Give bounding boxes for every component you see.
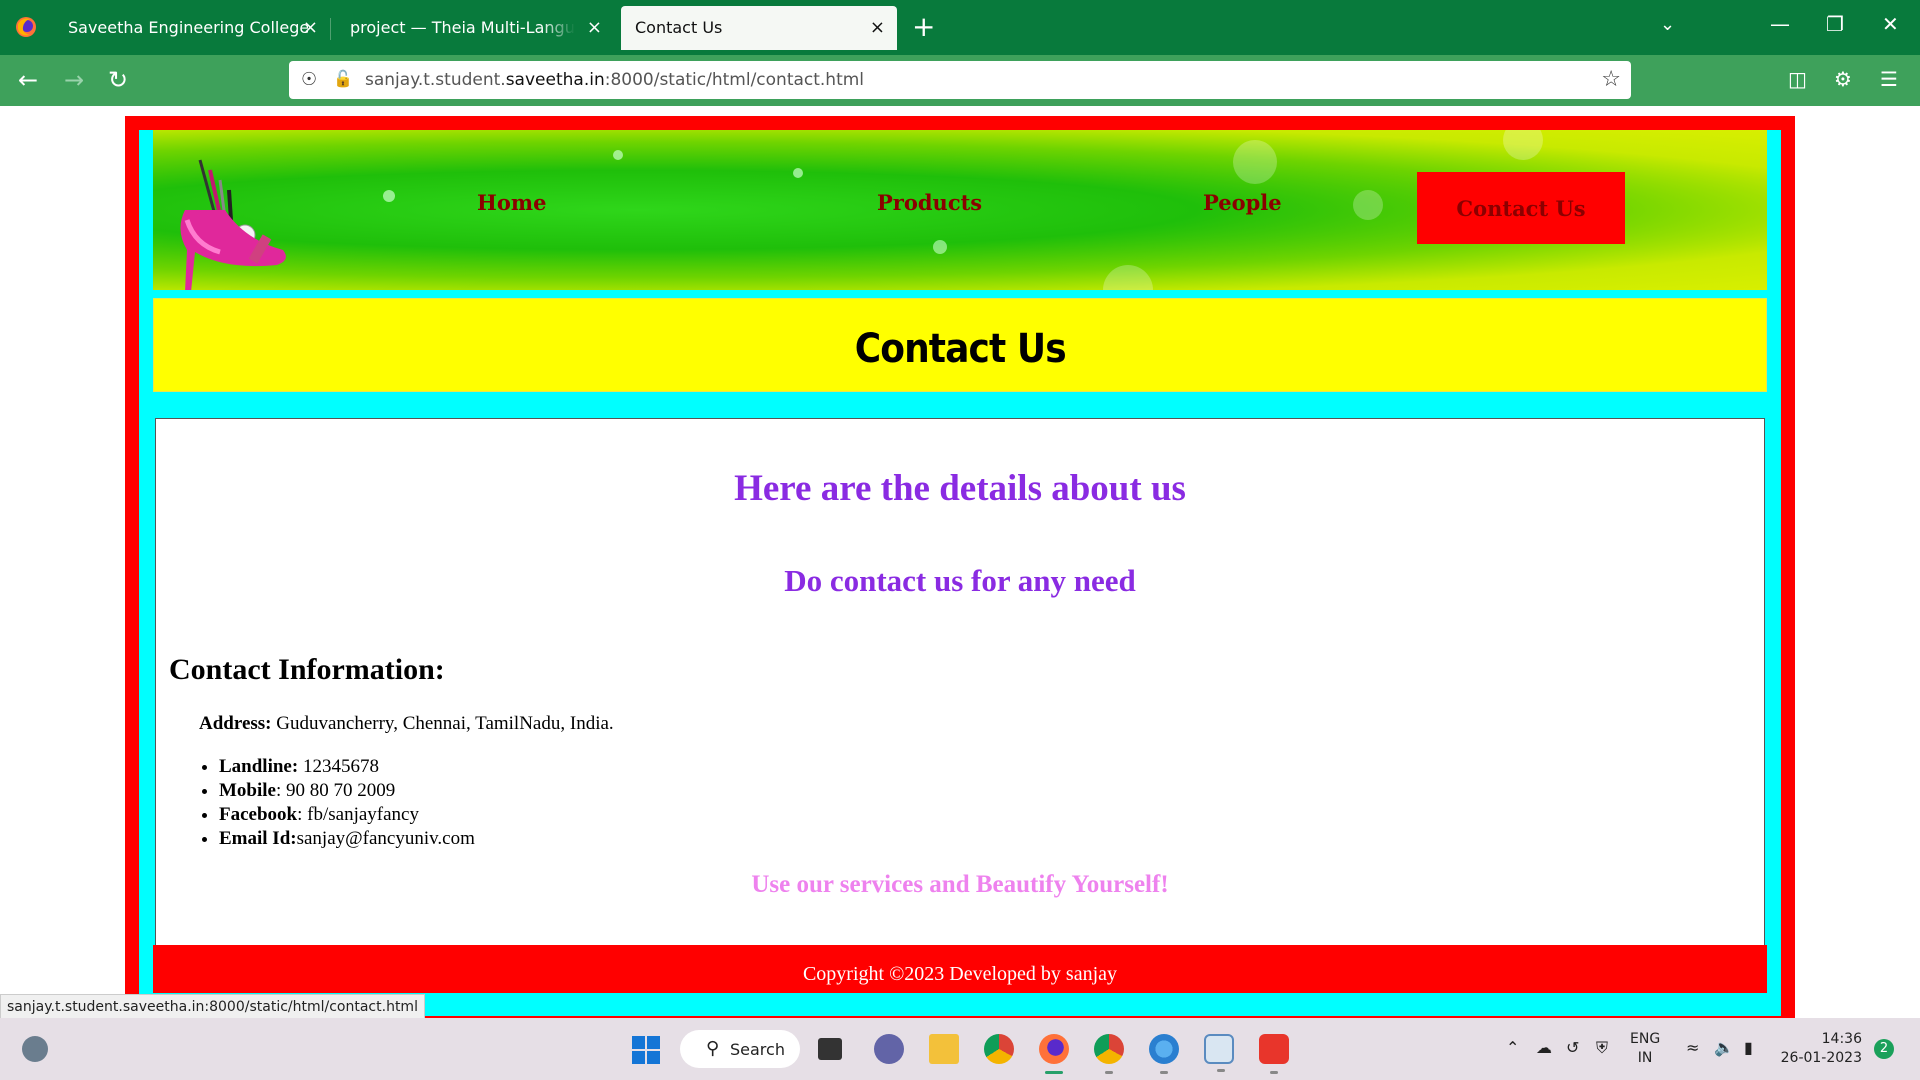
decor-bubble bbox=[383, 190, 395, 202]
page-frame: Home Products People Contact Us Contact … bbox=[125, 116, 1795, 1018]
extensions-icon[interactable]: ⚙ bbox=[1834, 67, 1852, 91]
speaker-muted-icon[interactable]: 🔈 bbox=[1714, 1038, 1734, 1057]
list-item-email: Email Id:sanjay@fancyuniv.com bbox=[219, 827, 475, 851]
minimize-icon[interactable]: — bbox=[1770, 12, 1790, 36]
page-viewport: Home Products People Contact Us Contact … bbox=[0, 106, 1920, 1018]
list-item-facebook: Facebook: fb/sanjayfancy bbox=[219, 803, 475, 827]
windows-taskbar: ⚲ Search ⌃ ☁ ↺ ⛨ ENG IN ≈ 🔈 ▮ 14:36 26-01-… bbox=[0, 1018, 1920, 1080]
tab-saveetha[interactable]: Saveetha Engineering College × bbox=[54, 6, 330, 50]
nav-home-link[interactable]: Home bbox=[477, 190, 546, 215]
window-close-icon[interactable]: ✕ bbox=[1882, 12, 1899, 36]
page-title: Contact Us bbox=[854, 326, 1066, 372]
details-heading: Here are the details about us bbox=[734, 468, 1186, 509]
search-icon: ⚲ bbox=[706, 1038, 720, 1059]
slogan-text: Use our services and Beautify Yourself! bbox=[751, 871, 1169, 898]
forward-arrow-icon[interactable]: → bbox=[64, 67, 84, 93]
task-view-icon[interactable] bbox=[818, 1038, 842, 1060]
windows-start-icon[interactable] bbox=[632, 1036, 660, 1064]
new-tab-button[interactable]: + bbox=[912, 12, 935, 42]
address-label: Address: bbox=[199, 713, 272, 734]
url-text[interactable]: sanjay.t.student.saveetha.in:8000/static… bbox=[365, 61, 864, 99]
decor-bubble bbox=[1103, 265, 1153, 290]
decor-bubble bbox=[613, 150, 623, 160]
tab-title: project — Theia Multi-Language Ex bbox=[350, 18, 575, 37]
contact-information-title: Contact Information: bbox=[169, 653, 445, 686]
decor-bubble bbox=[1503, 130, 1543, 160]
back-arrow-icon[interactable]: ← bbox=[18, 67, 38, 93]
address-bar[interactable]: ☉ 🔓 sanjay.t.student.saveetha.in:8000/st… bbox=[289, 61, 1631, 99]
high-heel-cosmetics-logo bbox=[180, 159, 286, 290]
tab-title: Saveetha Engineering College bbox=[68, 18, 308, 37]
contact-list: Landline: 12345678 Mobile: 90 80 70 2009… bbox=[199, 755, 475, 851]
address-line: Address: Guduvancherry, Chennai, TamilNa… bbox=[199, 713, 614, 735]
link-status-bar: sanjay.t.student.saveetha.in:8000/static… bbox=[0, 994, 425, 1020]
reload-icon[interactable]: ↻ bbox=[108, 67, 128, 93]
contact-us-heading: Do contact us for any need bbox=[784, 563, 1136, 598]
tab-theia-project[interactable]: project — Theia Multi-Language Ex × bbox=[336, 6, 614, 50]
tab-separator bbox=[330, 18, 331, 40]
paint-icon[interactable] bbox=[1149, 1034, 1179, 1074]
chrome-profile-icon[interactable] bbox=[1094, 1034, 1124, 1074]
browser-toolbar: ← → ↻ ☉ 🔓 sanjay.t.student.saveetha.in:8… bbox=[0, 55, 1920, 106]
list-all-tabs-icon[interactable]: ⌄ bbox=[1660, 14, 1675, 35]
wps-office-icon[interactable] bbox=[1259, 1034, 1289, 1074]
tab-contact-us[interactable]: Contact Us × bbox=[621, 6, 897, 50]
list-item-landline: Landline: 12345678 bbox=[219, 755, 475, 779]
language-indicator[interactable]: ENG IN bbox=[1630, 1030, 1660, 1068]
onedrive-icon[interactable]: ☁ bbox=[1536, 1038, 1552, 1057]
wifi-icon[interactable]: ≈ bbox=[1686, 1038, 1699, 1057]
firefox-icon[interactable] bbox=[1039, 1034, 1069, 1074]
decor-bubble bbox=[793, 168, 803, 178]
tab-title: Contact Us bbox=[635, 18, 723, 37]
battery-icon[interactable]: ▮ bbox=[1744, 1038, 1753, 1057]
nav-people-link[interactable]: People bbox=[1203, 190, 1282, 215]
close-icon[interactable]: × bbox=[870, 6, 885, 50]
tracking-shield-icon[interactable]: ☉ bbox=[301, 69, 317, 90]
clock[interactable]: 14:36 26-01-2023 bbox=[1780, 1030, 1862, 1068]
close-icon[interactable]: × bbox=[303, 6, 318, 50]
nav-products-link[interactable]: Products bbox=[877, 190, 982, 215]
decor-bubble bbox=[1233, 140, 1277, 184]
decor-bubble bbox=[933, 240, 947, 254]
weather-widget-icon[interactable] bbox=[22, 1036, 48, 1062]
list-item-mobile: Mobile: 90 80 70 2009 bbox=[219, 779, 475, 803]
site-footer: Copyright ©2023 Developed by sanjay bbox=[153, 945, 1767, 993]
pocket-icon[interactable]: ◫ bbox=[1788, 67, 1807, 91]
chat-icon[interactable] bbox=[874, 1034, 904, 1064]
taskbar-search-box[interactable]: ⚲ Search bbox=[680, 1030, 800, 1068]
page-title-banner: Contact Us bbox=[153, 298, 1767, 392]
notification-badge[interactable]: 2 bbox=[1874, 1039, 1894, 1059]
sync-icon[interactable]: ↺ bbox=[1566, 1038, 1579, 1057]
notepad-icon[interactable] bbox=[1204, 1034, 1234, 1072]
file-explorer-icon[interactable] bbox=[929, 1034, 959, 1064]
chrome-icon[interactable] bbox=[984, 1034, 1014, 1064]
close-icon[interactable]: × bbox=[587, 6, 602, 50]
page-inner-frame: Home Products People Contact Us Contact … bbox=[139, 130, 1781, 1016]
hamburger-menu-icon[interactable]: ☰ bbox=[1880, 67, 1898, 91]
browser-tab-bar: Saveetha Engineering College × project —… bbox=[0, 0, 1920, 55]
decor-bubble bbox=[1353, 190, 1383, 220]
search-label: Search bbox=[730, 1040, 785, 1059]
firefox-icon[interactable] bbox=[14, 15, 38, 39]
nav-contact-us-link[interactable]: Contact Us bbox=[1417, 172, 1625, 244]
contact-content-box: Here are the details about us Do contact… bbox=[155, 418, 1765, 950]
show-hidden-icons-chevron[interactable]: ⌃ bbox=[1506, 1038, 1519, 1057]
bookmark-star-icon[interactable]: ☆ bbox=[1601, 67, 1621, 92]
site-header: Home Products People Contact Us bbox=[153, 130, 1767, 290]
address-value: Guduvancherry, Chennai, TamilNadu, India… bbox=[271, 713, 614, 734]
security-shield-icon[interactable]: ⛨ bbox=[1596, 1038, 1608, 1058]
insecure-lock-icon[interactable]: 🔓 bbox=[333, 69, 353, 88]
restore-icon[interactable]: ❐ bbox=[1826, 12, 1844, 36]
